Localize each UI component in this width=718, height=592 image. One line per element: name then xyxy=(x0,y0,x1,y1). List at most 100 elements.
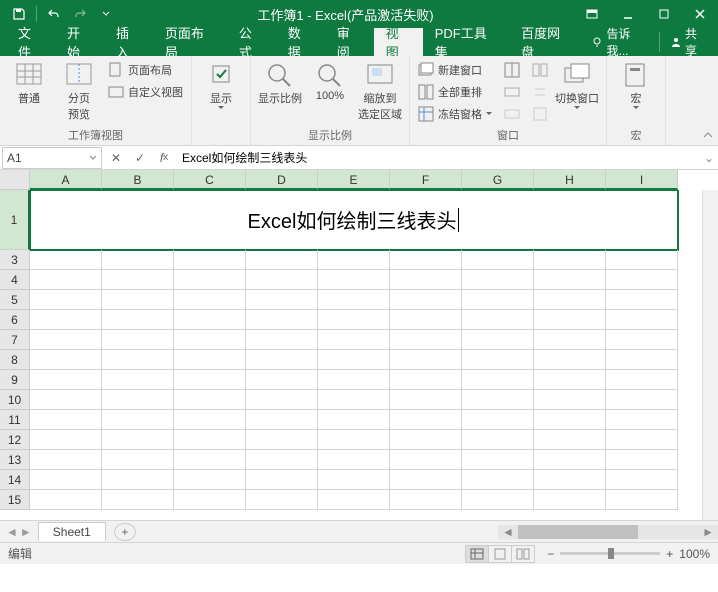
cell[interactable] xyxy=(102,430,174,450)
row-header[interactable]: 5 xyxy=(0,290,30,310)
reset-pos-button[interactable] xyxy=(530,104,550,124)
cell[interactable] xyxy=(606,270,678,290)
add-sheet-button[interactable]: + xyxy=(114,523,136,541)
cell[interactable] xyxy=(318,350,390,370)
qat-dropdown-icon[interactable] xyxy=(95,3,117,25)
cell[interactable] xyxy=(318,410,390,430)
cell[interactable] xyxy=(390,310,462,330)
zoom-out-button[interactable]: − xyxy=(547,547,554,561)
scroll-left-icon[interactable]: ◄ xyxy=(498,525,518,539)
cell[interactable] xyxy=(174,450,246,470)
col-header[interactable]: C xyxy=(174,170,246,190)
scroll-right-icon[interactable]: ► xyxy=(698,525,718,539)
cell-a1-merged[interactable]: Excel如何绘制三线表头 xyxy=(30,190,678,250)
cell[interactable] xyxy=(606,430,678,450)
pagebreak-preview-button[interactable]: 分页 预览 xyxy=(56,58,102,122)
zoom-selection-button[interactable]: 缩放到 选定区域 xyxy=(357,58,403,122)
cell[interactable] xyxy=(318,470,390,490)
formula-input[interactable] xyxy=(176,147,700,169)
cell[interactable] xyxy=(606,410,678,430)
page-layout-view-icon[interactable] xyxy=(488,545,512,563)
cell[interactable] xyxy=(318,490,390,510)
row-header[interactable]: 6 xyxy=(0,310,30,330)
cell[interactable] xyxy=(102,490,174,510)
vertical-scrollbar[interactable] xyxy=(702,190,718,520)
close-icon[interactable] xyxy=(682,0,718,28)
switch-windows-button[interactable]: 切换窗口 xyxy=(554,58,600,110)
cell[interactable] xyxy=(390,490,462,510)
pagebreak-view-icon[interactable] xyxy=(511,545,535,563)
cell[interactable] xyxy=(246,370,318,390)
cell[interactable] xyxy=(246,470,318,490)
cell[interactable] xyxy=(390,330,462,350)
cell[interactable] xyxy=(318,330,390,350)
cell[interactable] xyxy=(534,350,606,370)
zoom-level[interactable]: 100% xyxy=(679,547,710,561)
next-sheet-icon[interactable]: ► xyxy=(20,525,32,539)
row-header[interactable]: 1 xyxy=(0,190,30,250)
col-header[interactable]: A xyxy=(30,170,102,190)
cell[interactable] xyxy=(462,310,534,330)
col-header[interactable]: B xyxy=(102,170,174,190)
cell[interactable] xyxy=(102,410,174,430)
col-header[interactable]: D xyxy=(246,170,318,190)
row-header[interactable]: 8 xyxy=(0,350,30,370)
cell[interactable] xyxy=(30,470,102,490)
tab-view[interactable]: 视图 xyxy=(374,28,423,56)
row-header[interactable]: 9 xyxy=(0,370,30,390)
zoom-slider[interactable] xyxy=(560,552,660,555)
cell[interactable] xyxy=(246,410,318,430)
cell[interactable] xyxy=(318,430,390,450)
tab-page-layout[interactable]: 页面布局 xyxy=(153,28,227,56)
cell[interactable] xyxy=(462,250,534,270)
cell[interactable] xyxy=(390,410,462,430)
tab-data[interactable]: 数据 xyxy=(276,28,325,56)
col-header[interactable]: E xyxy=(318,170,390,190)
select-all-corner[interactable] xyxy=(0,170,30,190)
cell[interactable] xyxy=(534,450,606,470)
cell[interactable] xyxy=(534,470,606,490)
cell[interactable] xyxy=(462,330,534,350)
cell[interactable] xyxy=(246,450,318,470)
cell[interactable] xyxy=(246,430,318,450)
cell[interactable] xyxy=(606,330,678,350)
fx-icon[interactable]: fx xyxy=(152,147,176,169)
cell[interactable] xyxy=(390,450,462,470)
cell[interactable] xyxy=(534,390,606,410)
cell[interactable] xyxy=(390,290,462,310)
maximize-icon[interactable] xyxy=(646,0,682,28)
share-button[interactable]: 共享 xyxy=(659,32,718,52)
col-header[interactable]: H xyxy=(534,170,606,190)
hide-button[interactable] xyxy=(502,82,522,102)
cell[interactable] xyxy=(174,270,246,290)
save-icon[interactable] xyxy=(8,3,30,25)
cell[interactable] xyxy=(102,330,174,350)
cell[interactable] xyxy=(606,390,678,410)
cell[interactable] xyxy=(246,290,318,310)
cell[interactable] xyxy=(606,370,678,390)
cell[interactable] xyxy=(102,350,174,370)
cancel-icon[interactable]: ✕ xyxy=(104,147,128,169)
cell[interactable] xyxy=(318,290,390,310)
cell[interactable] xyxy=(390,470,462,490)
row-header[interactable]: 7 xyxy=(0,330,30,350)
cell[interactable] xyxy=(462,290,534,310)
undo-icon[interactable] xyxy=(43,3,65,25)
cell[interactable] xyxy=(390,430,462,450)
zoom-100-button[interactable]: 100% xyxy=(307,58,353,102)
row-header[interactable]: 14 xyxy=(0,470,30,490)
grid-body[interactable]: 1 Excel如何绘制三线表头 3 4 5 6 7 8 9 10 11 12 1… xyxy=(0,190,718,520)
cell[interactable] xyxy=(534,370,606,390)
cell[interactable] xyxy=(174,290,246,310)
cell[interactable] xyxy=(174,470,246,490)
cell[interactable] xyxy=(30,330,102,350)
prev-sheet-icon[interactable]: ◄ xyxy=(6,525,18,539)
cell[interactable] xyxy=(462,450,534,470)
collapse-ribbon-icon[interactable] xyxy=(702,129,714,143)
cell[interactable] xyxy=(30,390,102,410)
tab-pdf[interactable]: PDF工具集 xyxy=(423,28,509,56)
cell[interactable] xyxy=(174,330,246,350)
cell[interactable] xyxy=(318,390,390,410)
sheet-tab[interactable]: Sheet1 xyxy=(38,522,106,541)
cell[interactable] xyxy=(246,350,318,370)
